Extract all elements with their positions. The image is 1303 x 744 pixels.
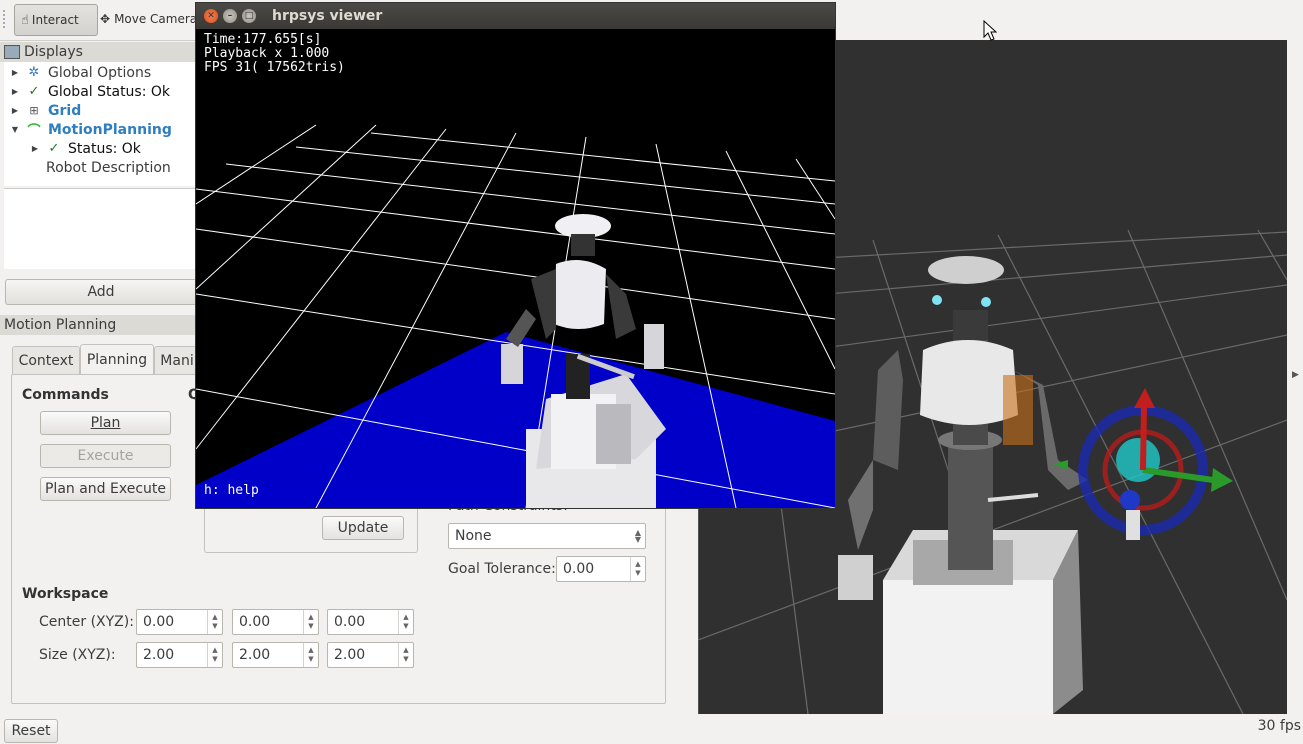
plan-and-execute-button[interactable]: Plan and Execute xyxy=(40,477,171,501)
spin-arrows-icon[interactable]: ▲ ▼ xyxy=(630,557,645,581)
fps-tris-readout: FPS 31( 17562tris) xyxy=(204,60,345,75)
size-x-value: 2.00 xyxy=(143,647,175,663)
size-y-value: 2.00 xyxy=(239,647,271,663)
collapse-arrow-icon[interactable]: ▼ xyxy=(10,125,20,134)
tree-item-grid[interactable]: ▶ ⊞ Grid xyxy=(10,101,81,120)
hrpsys-hud: Time:177.655[s] Playback x 1.000 FPS 31( 1… xyxy=(204,33,345,75)
displays-tree: ▶ ✲ Global Options ▶ ✓ Global Status: Ok… xyxy=(4,62,196,186)
plan-button[interactable]: Plan xyxy=(40,411,171,435)
spin-arrows-icon[interactable]: ▲ ▼ xyxy=(303,643,318,667)
interact-label: Interact xyxy=(31,13,79,27)
window-maximize-icon[interactable]: □ xyxy=(242,9,256,23)
hrpsys-window-title: hrpsys viewer xyxy=(272,8,383,24)
expand-arrow-icon[interactable]: ▶ xyxy=(10,106,20,115)
tab-manipulation[interactable]: Mani xyxy=(154,346,200,374)
spin-arrows-icon[interactable]: ▲ ▼ xyxy=(303,610,318,634)
mouse-cursor-icon xyxy=(983,20,997,41)
expand-arrow-icon[interactable]: ▶ xyxy=(10,87,20,96)
displays-empty-area xyxy=(4,188,196,269)
path-constraints-value: None xyxy=(455,528,492,544)
size-y-input[interactable]: 2.00 ▲ ▼ xyxy=(232,642,319,668)
motion-planning-icon: ⌒ xyxy=(27,124,41,139)
update-button[interactable]: Update xyxy=(322,516,404,540)
motion-planning-panel-header: Motion Planning xyxy=(0,315,200,335)
spin-arrows-icon[interactable]: ▲ ▼ xyxy=(207,643,222,667)
tree-item-label: Status: Ok xyxy=(68,140,141,157)
tree-item-global-options[interactable]: ▶ ✲ Global Options xyxy=(10,63,151,82)
tree-item-label: MotionPlanning xyxy=(48,121,172,138)
displays-panel-header: Displays xyxy=(0,42,200,62)
goal-tolerance-value: 0.00 xyxy=(563,561,595,577)
right-side-panel-collapsed[interactable]: ▶ xyxy=(1287,40,1303,714)
workspace-label: Workspace xyxy=(22,586,109,602)
goal-tolerance-input[interactable]: 0.00 ▲ ▼ xyxy=(556,556,646,582)
spin-arrows-icon[interactable]: ▲ ▼ xyxy=(207,610,222,634)
tree-item-label: Grid xyxy=(48,102,82,119)
execute-button[interactable]: Execute xyxy=(40,444,171,468)
check-icon: ✓ xyxy=(28,84,40,99)
center-x-value: 0.00 xyxy=(143,614,175,630)
goal-tolerance-label: Goal Tolerance: xyxy=(448,561,556,577)
spin-arrows-icon[interactable]: ▲ ▼ xyxy=(398,643,413,667)
path-constraints-select[interactable]: None ▲ ▼ xyxy=(448,523,646,549)
hrpsys-3d-canvas[interactable] xyxy=(196,29,835,508)
tree-item-label: Global Options xyxy=(48,64,152,81)
center-z-value: 0.00 xyxy=(334,614,366,630)
help-hint: h: help xyxy=(204,483,259,498)
tree-item-status[interactable]: ▶ ✓ Status: Ok xyxy=(30,139,141,158)
move-camera-tool-button[interactable]: ✥ Move Camera xyxy=(100,4,200,34)
expand-panel-arrow-icon[interactable]: ▶ xyxy=(1292,370,1299,380)
status-bar xyxy=(0,714,1303,744)
rviz-robot-model xyxy=(838,256,1088,714)
center-x-input[interactable]: 0.00 ▲ ▼ xyxy=(136,609,223,635)
size-z-input[interactable]: 2.00 ▲ ▼ xyxy=(327,642,414,668)
reset-button[interactable]: Reset xyxy=(4,719,58,743)
size-x-input[interactable]: 2.00 ▲ ▼ xyxy=(136,642,223,668)
tree-item-motion-planning[interactable]: ▼ ⌒ MotionPlanning xyxy=(10,120,172,140)
grid-icon: ⊞ xyxy=(29,104,39,117)
tree-item-label: Robot Description xyxy=(46,159,171,176)
gear-icon: ✲ xyxy=(28,65,40,80)
toolbar-grip xyxy=(3,10,9,28)
hrpsys-viewer-window[interactable]: ✕ – □ hrpsys viewer Time:177.655[s] Play… xyxy=(195,2,836,509)
center-y-value: 0.00 xyxy=(239,614,271,630)
hand-pointer-icon: ☝ xyxy=(21,12,29,28)
center-xyz-label: Center (XYZ): xyxy=(39,614,134,630)
monitor-icon xyxy=(4,45,20,59)
window-close-icon[interactable]: ✕ xyxy=(204,9,218,23)
move-arrows-icon: ✥ xyxy=(100,12,111,26)
expand-arrow-icon[interactable]: ▶ xyxy=(10,68,20,77)
commands-label: Commands xyxy=(22,387,109,403)
displays-title: Displays xyxy=(24,44,83,60)
add-display-button[interactable]: Add xyxy=(5,279,197,305)
check-icon: ✓ xyxy=(48,141,60,156)
expand-arrow-icon[interactable]: ▶ xyxy=(30,144,40,153)
plan-label: Plan xyxy=(90,415,121,431)
time-readout: Time:177.655[s] xyxy=(204,32,322,47)
tab-context[interactable]: Context xyxy=(12,346,80,374)
center-y-input[interactable]: 0.00 ▲ ▼ xyxy=(232,609,319,635)
tree-item-global-status[interactable]: ▶ ✓ Global Status: Ok xyxy=(10,82,170,101)
window-minimize-icon[interactable]: – xyxy=(223,9,237,23)
size-xyz-label: Size (XYZ): xyxy=(39,647,116,663)
center-z-input[interactable]: 0.00 ▲ ▼ xyxy=(327,609,414,635)
hrpsys-scene xyxy=(196,124,835,508)
interact-tool-button[interactable]: ☝ Interact xyxy=(14,4,98,36)
dropdown-arrows-icon: ▲ ▼ xyxy=(634,528,642,544)
hrpsys-titlebar[interactable]: ✕ – □ hrpsys viewer xyxy=(196,3,835,29)
size-z-value: 2.00 xyxy=(334,647,366,663)
tree-item-robot-description[interactable]: Robot Description xyxy=(46,158,171,177)
playback-readout: Playback x 1.000 xyxy=(204,46,330,61)
tree-item-label: Global Status: Ok xyxy=(48,83,171,100)
tab-planning[interactable]: Planning xyxy=(80,344,154,374)
spin-arrows-icon[interactable]: ▲ ▼ xyxy=(398,610,413,634)
fps-readout: 30 fps xyxy=(1257,718,1301,734)
move-camera-label: Move Camera xyxy=(114,12,198,26)
